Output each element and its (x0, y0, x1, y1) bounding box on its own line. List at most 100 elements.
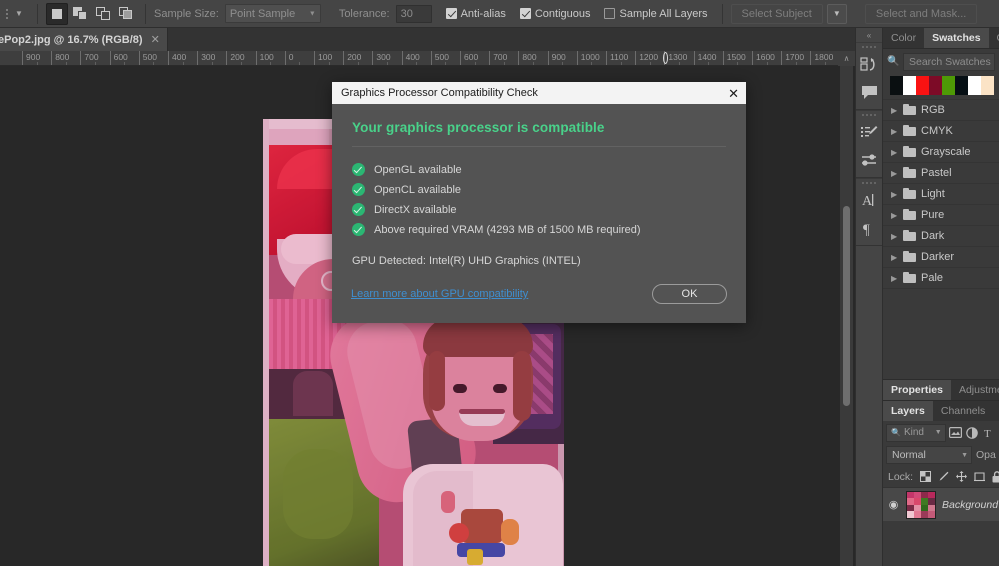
checkbox-icon (519, 8, 531, 19)
search-swatches-input[interactable]: Search Swatches (903, 52, 995, 71)
color-swatch[interactable] (942, 76, 955, 95)
chevron-right-icon[interactable]: ▶ (891, 274, 898, 283)
tolerance-input[interactable]: 30 (395, 4, 432, 23)
color-swatch[interactable] (955, 76, 968, 95)
swatch-group-label: Pastel (921, 167, 952, 179)
lock-image-pixels-icon[interactable] (938, 471, 949, 482)
close-icon[interactable]: ✕ (151, 33, 160, 46)
thumbnail-pixel (921, 511, 928, 518)
panel-rail: « A ¶ (855, 28, 882, 566)
color-swatch[interactable] (890, 76, 903, 95)
options-bar-grip[interactable] (2, 4, 11, 24)
close-icon[interactable]: ✕ (728, 87, 739, 100)
subtract-from-selection-button[interactable] (92, 3, 114, 25)
swatch-group-grayscale[interactable]: ▶ Grayscale (883, 141, 999, 162)
layer-kind-filter[interactable]: 🔍 Kind ▼ (886, 423, 946, 442)
tab-swatches[interactable]: Swatches (924, 28, 989, 48)
paragraph-icon[interactable]: ¶ (856, 214, 882, 242)
lock-artboard-icon[interactable] (974, 471, 986, 482)
rail-grip[interactable] (856, 43, 882, 50)
blend-mode-select[interactable]: Normal ▼ (886, 446, 972, 464)
swatch-group-pastel[interactable]: ▶ Pastel (883, 162, 999, 183)
color-swatch[interactable] (903, 76, 916, 95)
tab-paths[interactable]: Paths (993, 401, 999, 421)
lock-all-icon[interactable] (992, 470, 999, 483)
swatch-group-pale[interactable]: ▶ Pale (883, 267, 999, 288)
rail-grip[interactable] (856, 111, 882, 118)
scrollbar-thumb[interactable] (843, 206, 850, 406)
document-tab[interactable]: ePop2.jpg @ 16.7% (RGB/8) ✕ (0, 28, 168, 51)
character-icon[interactable]: A (856, 186, 882, 214)
select-and-mask-button[interactable]: Select and Mask... (864, 3, 978, 24)
tab-layers[interactable]: Layers (883, 401, 933, 421)
divider (721, 3, 723, 24)
chevron-right-icon[interactable]: ▶ (891, 190, 898, 199)
svg-text:A: A (862, 194, 873, 208)
swatch-group-rgb[interactable]: ▶ RGB (883, 99, 999, 120)
ruler-cursor-indicator (663, 52, 668, 64)
search-icon: 🔍 (891, 428, 901, 437)
chevron-right-icon[interactable]: ▶ (891, 232, 898, 241)
ruler-collapse-icon[interactable]: ∧ (838, 51, 855, 66)
horizontal-ruler[interactable]: 900 800 700 600 500 400 300 200 100 0 100 200 300 400… (0, 51, 855, 66)
learn-more-link[interactable]: Learn more about GPU compatibility (351, 288, 528, 300)
add-to-selection-button[interactable] (69, 3, 91, 25)
swatch-group-label: CMYK (921, 125, 953, 137)
chevron-right-icon[interactable]: ▶ (891, 106, 898, 115)
compatibility-check-item: DirectX available (352, 203, 726, 216)
type-filter-icon[interactable]: T (982, 425, 996, 440)
ruler-tick: 1700 (781, 51, 804, 65)
ruler-minor-tick (65, 62, 67, 65)
select-subject-options-button[interactable]: ▼ (826, 3, 847, 24)
sample-size-select[interactable]: Point Sample ▼ (224, 4, 321, 23)
ok-button[interactable]: OK (652, 284, 727, 304)
tool-preset-picker[interactable]: ▼ (12, 3, 29, 25)
image-filter-icon[interactable] (949, 425, 963, 440)
select-subject-button[interactable]: Select Subject (730, 3, 823, 24)
contiguous-checkbox[interactable]: Contiguous (519, 8, 590, 20)
color-swatch[interactable] (929, 76, 942, 95)
comments-icon[interactable] (856, 78, 882, 106)
brush-presets-icon[interactable] (856, 146, 882, 174)
chevron-right-icon[interactable]: ▶ (891, 253, 898, 262)
ruler-minor-tick (795, 62, 797, 65)
layer-thumbnail[interactable] (906, 490, 936, 519)
intersect-with-selection-button[interactable] (115, 3, 137, 25)
brush-settings-icon[interactable] (856, 118, 882, 146)
swatch-group-pure[interactable]: ▶ Pure (883, 204, 999, 225)
color-swatch[interactable] (981, 76, 994, 95)
swatch-group-cmyk[interactable]: ▶ CMYK (883, 120, 999, 141)
anti-alias-checkbox[interactable]: Anti-alias (445, 8, 506, 20)
ruler-minor-tick (328, 62, 330, 65)
check-label: DirectX available (374, 203, 457, 216)
chevron-right-icon[interactable]: ▶ (891, 211, 898, 220)
layer-visibility-icon[interactable]: ◉ (887, 498, 900, 511)
new-selection-button[interactable] (46, 2, 68, 25)
ruler-minor-tick (36, 62, 38, 65)
folder-icon (903, 104, 916, 115)
tab-adjustments[interactable]: Adjustments (951, 380, 999, 400)
chevron-right-icon[interactable]: ▶ (891, 127, 898, 136)
tab-gradients[interactable]: Gradients (989, 28, 999, 48)
rail-grip[interactable] (856, 179, 882, 186)
collapse-panels-icon[interactable]: « (856, 28, 882, 42)
ruler-tick: 1500 (722, 51, 746, 65)
lock-position-icon[interactable] (956, 471, 968, 482)
tab-channels[interactable]: Channels (933, 401, 993, 421)
swatch-group-light[interactable]: ▶ Light (883, 183, 999, 204)
color-swatch[interactable] (968, 76, 981, 95)
tab-properties[interactable]: Properties (883, 380, 951, 400)
canvas-vertical-scrollbar[interactable] (840, 66, 853, 566)
color-swatch[interactable] (916, 76, 929, 95)
lock-transparent-pixels-icon[interactable] (920, 471, 932, 482)
chevron-right-icon[interactable]: ▶ (891, 169, 898, 178)
layer-row[interactable]: ◉ Background (883, 487, 999, 521)
adjustment-filter-icon[interactable] (965, 425, 979, 440)
chevron-right-icon[interactable]: ▶ (891, 148, 898, 157)
history-icon[interactable] (856, 50, 882, 78)
swatch-group-dark[interactable]: ▶ Dark (883, 225, 999, 246)
tab-color[interactable]: Color (883, 28, 924, 48)
sample-all-layers-checkbox[interactable]: Sample All Layers (604, 8, 708, 20)
swatch-group-darker[interactable]: ▶ Darker (883, 246, 999, 267)
folder-icon (903, 251, 916, 262)
